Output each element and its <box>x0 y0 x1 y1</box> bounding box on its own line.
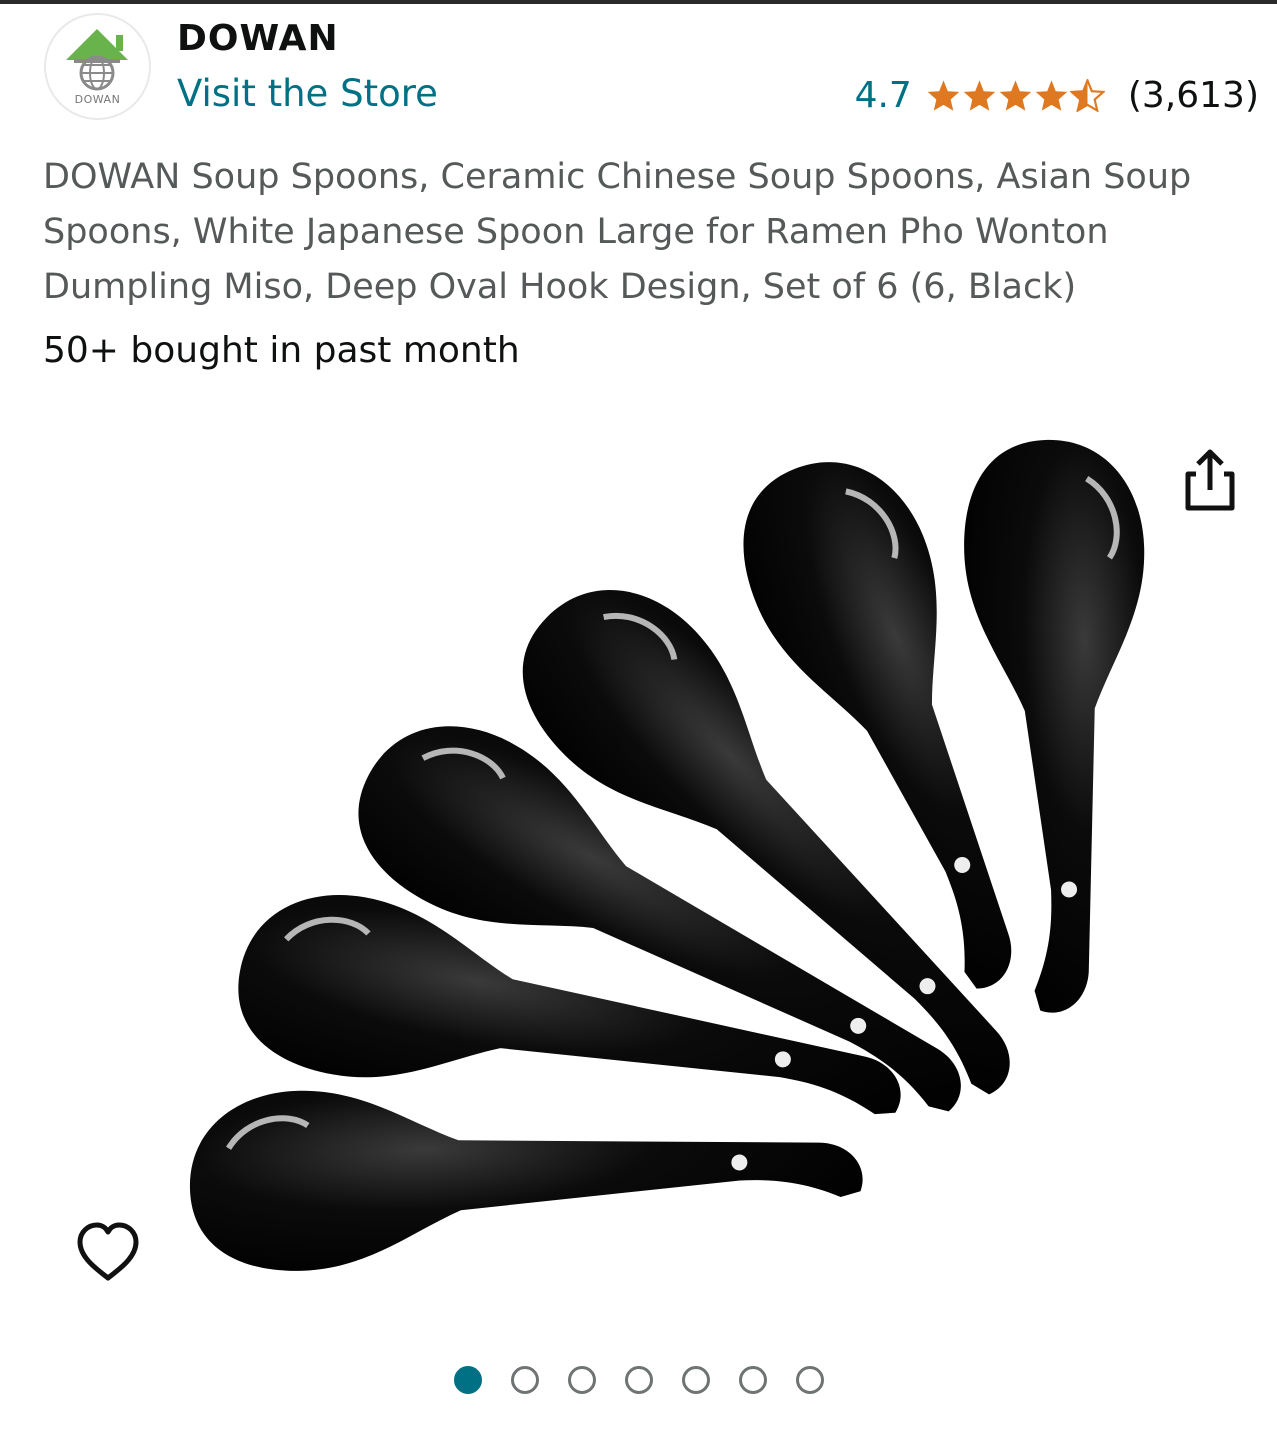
rating-value: 4.7 <box>854 74 912 116</box>
review-count: (3,613) <box>1127 74 1259 116</box>
product-image[interactable] <box>150 410 1170 1310</box>
brand-name: DOWAN <box>177 18 339 59</box>
carousel-dot-2[interactable] <box>510 1366 539 1394</box>
image-carousel-indicators <box>0 1364 1277 1396</box>
product-title: DOWAN Soup Spoons, Ceramic Chinese Soup … <box>43 157 1192 307</box>
carousel-dot-5[interactable] <box>681 1366 710 1394</box>
logo-wordmark: DOWAN <box>74 93 121 106</box>
star-full-icon <box>999 79 1032 111</box>
carousel-dot-7[interactable] <box>795 1366 824 1394</box>
star-full-icon <box>927 79 960 111</box>
heart-icon <box>77 1222 139 1281</box>
carousel-dot-1[interactable] <box>453 1366 482 1394</box>
star-half-icon <box>1069 78 1105 112</box>
rating-summary[interactable]: 4.7 (3,613) <box>855 72 1259 118</box>
add-to-list-button[interactable] <box>74 1218 142 1286</box>
spoon-1 <box>189 1090 863 1271</box>
star-full-icon <box>963 79 996 111</box>
bought-recently-text: 50+ bought in past month <box>43 330 520 371</box>
carousel-dot-3[interactable] <box>567 1366 596 1394</box>
top-divider <box>0 0 1277 4</box>
share-button[interactable] <box>1180 444 1240 516</box>
share-icon <box>1185 449 1235 511</box>
star-full-icon <box>1035 79 1068 111</box>
star-rating <box>926 78 1106 112</box>
carousel-dot-4[interactable] <box>624 1366 653 1394</box>
visit-store-link[interactable]: Visit the Store <box>177 72 438 115</box>
brand-logo[interactable]: DOWAN <box>44 13 151 120</box>
carousel-dot-6[interactable] <box>738 1366 767 1394</box>
